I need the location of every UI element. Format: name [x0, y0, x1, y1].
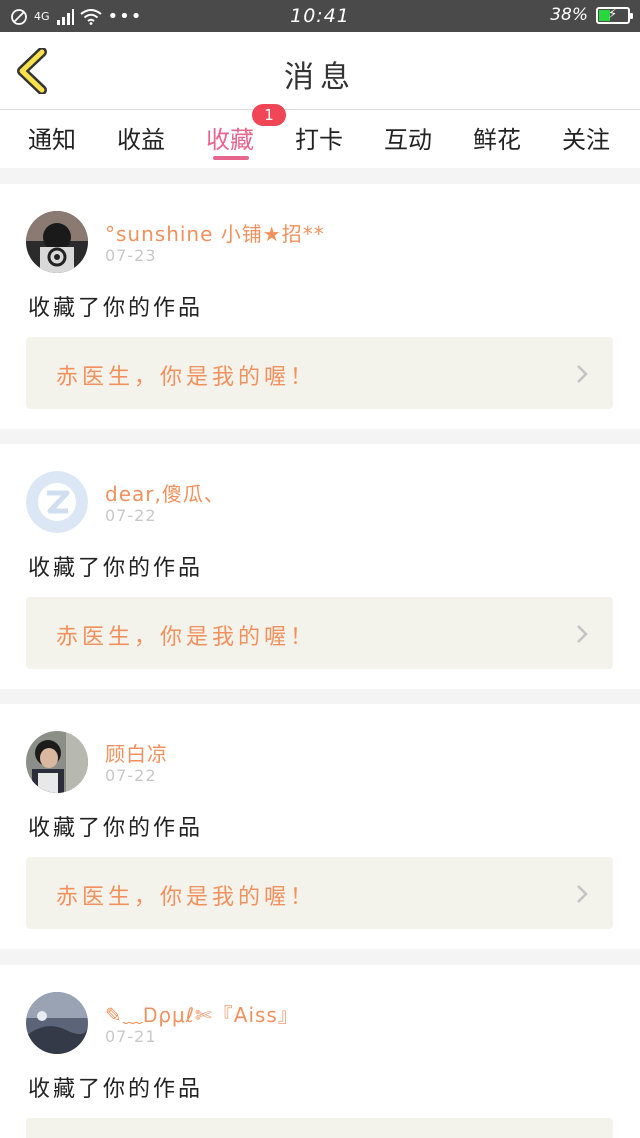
work-title: 赤医生，你是我的喔！ — [56, 885, 317, 910]
work-link[interactable]: 赤医生，你是我的喔！ — [26, 857, 613, 929]
tab-notice[interactable]: 通知 — [28, 120, 76, 155]
status-icons-right: 38% ⚡ — [550, 5, 633, 25]
avatar[interactable] — [26, 731, 88, 793]
active-tab-indicator — [213, 156, 249, 160]
work-link[interactable]: 赤医生，你是我的喔！ — [26, 337, 613, 409]
chevron-right-icon — [577, 625, 588, 643]
avatar[interactable] — [26, 992, 88, 1054]
notification-card[interactable]: °sunshine 小铺★招** 07-23 收藏了你的作品 赤医生，你是我的喔… — [0, 184, 640, 429]
battery-percent: 38% — [550, 5, 588, 25]
chevron-right-icon — [577, 885, 588, 903]
notification-card[interactable]: dear,傻瓜、 07-22 收藏了你的作品 赤医生，你是我的喔！ — [0, 444, 640, 689]
work-title: 赤医生，你是我的喔！ — [56, 625, 317, 650]
tab-flowers[interactable]: 鲜花 — [473, 120, 521, 155]
username[interactable]: dear,傻瓜、 — [105, 478, 225, 507]
tab-follow[interactable]: 关注 — [562, 120, 610, 155]
page-title: 消息 — [284, 60, 356, 95]
tab-bar: 通知 收益 收藏 打卡 互动 鲜花 关注 — [0, 110, 640, 168]
avatar[interactable] — [26, 211, 88, 273]
tab-earnings[interactable]: 收益 — [117, 120, 165, 155]
clock: 10:41 — [290, 5, 350, 27]
tab-favorites[interactable]: 收藏 — [206, 120, 254, 155]
username[interactable]: °sunshine 小铺★招** — [105, 218, 325, 247]
favorites-badge: 1 — [252, 104, 286, 126]
work-link[interactable]: 赤医生，你是我的喔！ — [26, 597, 613, 669]
notification-date: 07-22 — [105, 506, 157, 525]
battery-icon: ⚡ — [596, 6, 633, 24]
action-text: 收藏了你的作品 — [28, 296, 204, 321]
notification-card[interactable]: 顾白凉 07-22 收藏了你的作品 赤医生，你是我的喔！ — [0, 704, 640, 949]
work-title: 赤医生，你是我的喔！ — [56, 365, 317, 390]
chevron-right-icon — [577, 365, 588, 383]
status-bar: 4G ••• 10:41 38% ⚡ — [0, 0, 640, 32]
notification-date: 07-21 — [105, 1027, 157, 1046]
username[interactable]: 顾白凉 — [105, 738, 168, 767]
notification-date: 07-22 — [105, 766, 157, 785]
notification-date: 07-23 — [105, 246, 157, 265]
tab-checkin[interactable]: 打卡 — [295, 120, 343, 155]
action-text: 收藏了你的作品 — [28, 1077, 204, 1102]
header: 消息 — [0, 32, 640, 110]
notification-card[interactable]: ✎﹏Ꭰρμℓ✄『Aiss』 07-21 收藏了你的作品 — [0, 965, 640, 1138]
action-text: 收藏了你的作品 — [28, 556, 204, 581]
tab-interaction[interactable]: 互动 — [384, 120, 432, 155]
work-link[interactable] — [26, 1118, 613, 1138]
username[interactable]: ✎﹏Ꭰρμℓ✄『Aiss』 — [105, 999, 299, 1028]
avatar[interactable] — [26, 471, 88, 533]
action-text: 收藏了你的作品 — [28, 816, 204, 841]
